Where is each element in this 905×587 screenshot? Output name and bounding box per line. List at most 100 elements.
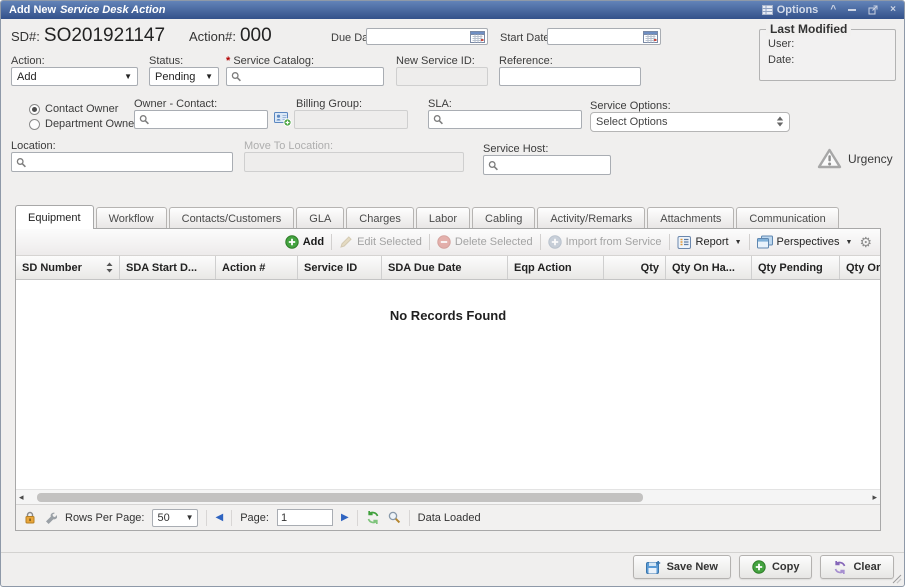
import-from-service-label: Import from Service (566, 236, 662, 248)
save-new-button[interactable]: Save New (633, 555, 731, 579)
clear-label: Clear (853, 561, 881, 573)
column-header-sda-due-date[interactable]: SDA Due Date (382, 256, 508, 279)
popout-icon[interactable] (868, 5, 878, 15)
horizontal-scrollbar[interactable]: ◂ ▸ (16, 489, 880, 504)
gear-icon[interactable]: ⚙ (859, 235, 872, 249)
rows-per-page-label: Rows Per Page: (65, 512, 144, 524)
chevron-down-icon: ▼ (735, 239, 742, 246)
wrench-icon[interactable] (44, 511, 57, 524)
billing-group-input (294, 110, 408, 129)
column-header-sd-number[interactable]: SD Number (16, 256, 120, 279)
equipment-grid-panel: Add Edit Selected Delete Selected Import… (15, 228, 881, 531)
next-page-icon[interactable]: ▶ (341, 513, 349, 523)
column-header-qty-pending[interactable]: Qty Pending (752, 256, 840, 279)
import-from-service-button[interactable]: Import from Service (548, 235, 662, 249)
empty-message: No Records Found (16, 308, 880, 323)
start-date-input[interactable] (547, 28, 661, 45)
move-to-location-input (244, 152, 464, 172)
toolbar-separator (540, 234, 541, 250)
column-header-qty-on-hand[interactable]: Qty On Ha... (666, 256, 752, 279)
owner-contact-input[interactable] (134, 110, 268, 129)
sort-icon[interactable] (106, 262, 113, 273)
calendar-icon[interactable] (470, 30, 485, 46)
reference-input[interactable] (499, 67, 641, 86)
tab-equipment[interactable]: Equipment (15, 205, 94, 229)
rows-per-page-select[interactable]: 50 ▼ (152, 509, 198, 527)
tab-contacts-customers[interactable]: Contacts/Customers (169, 207, 295, 229)
column-header-service-id[interactable]: Service ID (298, 256, 382, 279)
sd-number-label: SD#: (11, 29, 40, 44)
search-records-icon[interactable] (388, 511, 401, 524)
sla-label: SLA: (428, 98, 452, 110)
resize-grip[interactable] (890, 572, 902, 584)
report-menu-button[interactable]: Report ▼ (677, 236, 742, 249)
delete-icon (437, 235, 451, 249)
due-date-input[interactable] (366, 28, 488, 45)
column-header-action-number[interactable]: Action # (216, 256, 298, 279)
calendar-icon[interactable] (643, 30, 658, 46)
column-label: SDA Start D... (126, 262, 197, 274)
pager-separator (357, 510, 358, 526)
tab-attachments[interactable]: Attachments (647, 207, 734, 229)
delete-selected-button[interactable]: Delete Selected (437, 235, 533, 249)
column-label: Qty On Ha... (672, 262, 735, 274)
add-button[interactable]: Add (285, 235, 324, 249)
tab-label: Charges (359, 213, 401, 225)
scrollbar-track[interactable] (27, 493, 870, 502)
status-select[interactable]: Pending▼ (149, 67, 219, 86)
add-button-label: Add (303, 236, 324, 248)
tab-communication[interactable]: Communication (736, 207, 838, 229)
tab-cabling[interactable]: Cabling (472, 207, 535, 229)
footer-buttons: Save New Copy Clear (633, 555, 894, 579)
page-number-input[interactable]: 1 (277, 509, 333, 526)
close-icon[interactable]: × (890, 5, 896, 15)
minimize-icon[interactable] (848, 9, 856, 11)
tab-labor[interactable]: Labor (416, 207, 470, 229)
tab-label: Attachments (660, 213, 721, 225)
department-owner-radio[interactable]: Department Owner (29, 118, 138, 130)
tab-charges[interactable]: Charges (346, 207, 414, 229)
lock-icon[interactable] (24, 511, 36, 524)
toolbar-separator (749, 234, 750, 250)
clear-button[interactable]: Clear (820, 555, 894, 579)
contact-owner-radio[interactable]: Contact Owner (29, 103, 118, 115)
perspectives-menu-button[interactable]: Perspectives ▼ (757, 235, 853, 249)
collapse-icon[interactable]: ^ (830, 5, 836, 15)
column-label: Qty Order... (846, 262, 880, 274)
service-catalog-input[interactable] (226, 67, 384, 86)
options-button[interactable]: Options (762, 4, 819, 16)
previous-page-icon[interactable]: ◀ (215, 513, 223, 523)
last-modified-date-label: Date: (768, 54, 794, 66)
tab-label: Labor (429, 213, 457, 225)
copy-button[interactable]: Copy (739, 555, 813, 579)
tab-gla[interactable]: GLA (296, 207, 344, 229)
tab-workflow[interactable]: Workflow (96, 207, 167, 229)
edit-selected-button[interactable]: Edit Selected (339, 235, 422, 249)
sd-number-value: SO201921147 (44, 25, 165, 47)
copy-label: Copy (772, 561, 800, 573)
column-label: Service ID (304, 262, 357, 274)
move-to-location-label: Move To Location: (244, 140, 333, 152)
scroll-right-icon[interactable]: ▸ (872, 493, 877, 502)
tab-strip: Equipment Workflow Contacts/Customers GL… (15, 205, 841, 229)
sla-input[interactable] (428, 110, 582, 129)
pencil-icon (339, 235, 353, 249)
column-header-sda-start-date[interactable]: SDA Start D... (120, 256, 216, 279)
add-contact-card-icon[interactable] (274, 111, 292, 132)
scrollbar-thumb[interactable] (37, 493, 644, 502)
column-header-qty[interactable]: Qty (604, 256, 666, 279)
refresh-icon[interactable] (366, 511, 380, 524)
urgency-indicator[interactable]: Urgency (817, 148, 893, 169)
service-options-select[interactable]: Select Options (590, 112, 790, 132)
column-label: Qty (641, 262, 659, 274)
location-input[interactable] (11, 152, 233, 172)
column-header-eqp-action[interactable]: Eqp Action (508, 256, 604, 279)
last-modified-group: Last Modified User: Date: (759, 29, 896, 81)
reference-label: Reference: (499, 55, 553, 67)
scroll-left-icon[interactable]: ◂ (19, 493, 24, 502)
tab-activity-remarks[interactable]: Activity/Remarks (537, 207, 645, 229)
action-select[interactable]: Add▼ (11, 67, 138, 86)
column-header-qty-ordered[interactable]: Qty Order... (840, 256, 880, 279)
toolbar-separator (331, 234, 332, 250)
service-host-input[interactable] (483, 155, 611, 175)
